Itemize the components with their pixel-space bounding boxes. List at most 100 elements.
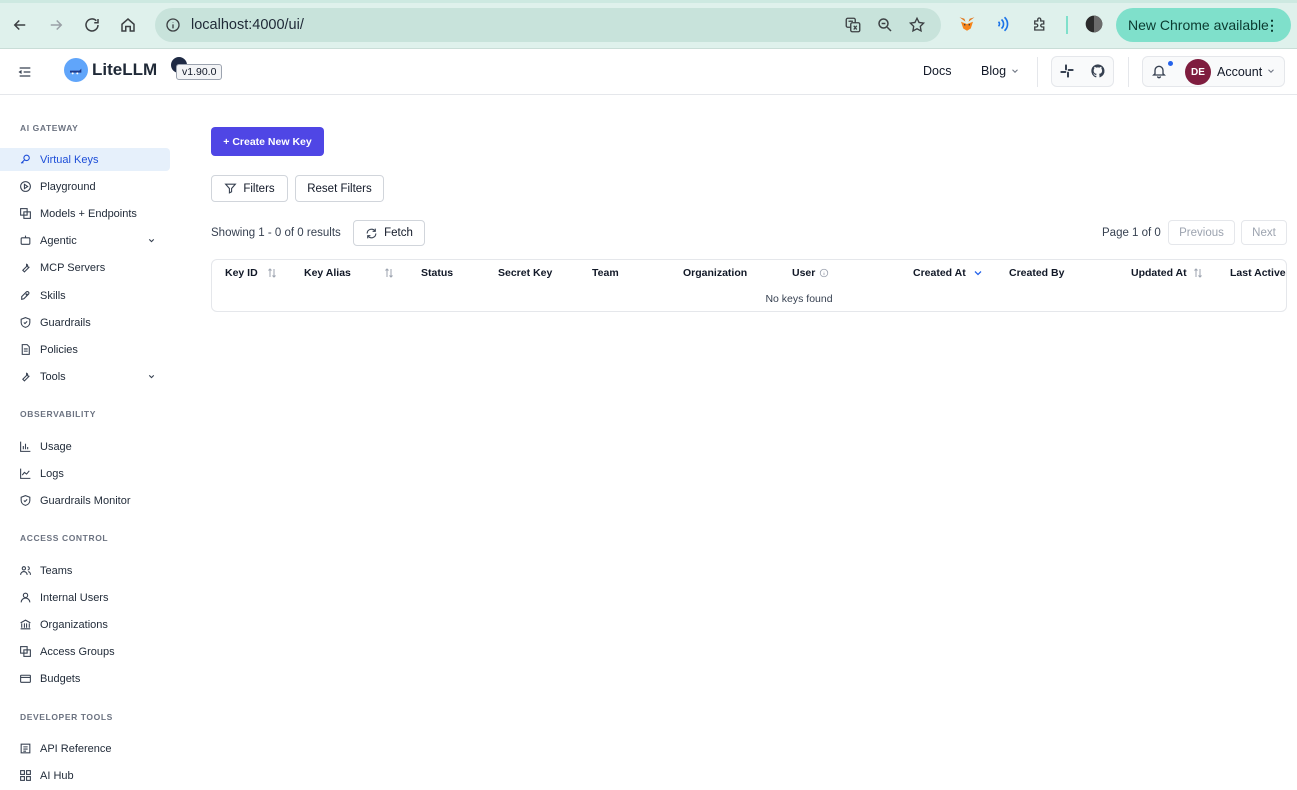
translate-icon[interactable] [844, 16, 862, 34]
sidebar-item-guardrails[interactable]: Guardrails [0, 311, 170, 334]
blog-dropdown[interactable]: Blog [981, 64, 1020, 78]
zoom-icon[interactable] [876, 16, 894, 34]
user-icon [19, 591, 32, 604]
sidebar-item-label: Access Groups [40, 645, 115, 658]
url-text[interactable]: localhost:4000/ui/ [191, 17, 304, 33]
sidebar-item-ai-hub[interactable]: AI Hub [0, 764, 170, 787]
column-header-organization: Organization [683, 267, 747, 279]
sidebar-item-label: Budgets [40, 672, 81, 685]
chevron-down-icon[interactable] [147, 236, 156, 245]
chevron-down-icon[interactable] [147, 372, 156, 381]
sidebar-item-guardrails-monitor[interactable]: Guardrails Monitor [0, 489, 170, 512]
column-header-status: Status [421, 267, 453, 279]
column-header-key-id[interactable]: Key ID [225, 267, 258, 279]
sidebar-item-access-groups[interactable]: Access Groups [0, 640, 170, 663]
more-vertical-icon[interactable]: ⋮ [1265, 17, 1279, 34]
sort-icon[interactable] [266, 267, 278, 279]
column-label: Key Alias [304, 267, 351, 279]
section-developer-tools: DEVELOPER TOOLS [20, 712, 113, 722]
extensions-button[interactable] [1030, 14, 1050, 34]
column-header-updated-at[interactable]: Updated At [1131, 267, 1187, 279]
metamask-extension-icon[interactable] [957, 14, 977, 34]
github-icon[interactable] [1090, 63, 1106, 79]
sidebar-item-playground[interactable]: Playground [0, 175, 170, 198]
filter-icon [224, 183, 237, 194]
sidebar-item-label: Organizations [40, 618, 108, 631]
bookmark-star-icon[interactable] [908, 16, 926, 34]
sidebar-item-virtual-keys[interactable]: Virtual Keys [0, 148, 170, 171]
column-header-team: Team [592, 267, 619, 279]
sort-descending-icon[interactable] [972, 267, 984, 279]
sidebar-item-label: AI Hub [40, 769, 74, 782]
section-access-control: ACCESS CONTROL [20, 533, 109, 543]
profile-button[interactable] [1084, 14, 1104, 34]
sidebar-item-label: Tools [40, 370, 66, 383]
sidebar-item-label: Playground [40, 180, 96, 193]
docs-link[interactable]: Docs [923, 64, 951, 78]
create-new-key-button[interactable]: + Create New Key [211, 127, 324, 156]
sidebar-item-api-reference[interactable]: API Reference [0, 737, 170, 760]
layers-icon [19, 645, 32, 658]
sidebar-item-agentic[interactable]: Agentic [0, 229, 170, 252]
sidebar-item-label: Usage [40, 440, 72, 453]
info-icon[interactable] [819, 268, 829, 278]
back-button[interactable] [8, 13, 32, 37]
sidebar-item-budgets[interactable]: Budgets [0, 667, 170, 690]
chrome-update-button[interactable]: New Chrome available ⋮ [1116, 8, 1291, 42]
sidebar-item-tools[interactable]: Tools [0, 365, 170, 388]
sidebar-item-logs[interactable]: Logs [0, 462, 170, 485]
puzzle-icon [1034, 17, 1045, 31]
fox-icon [959, 17, 975, 31]
column-header-created-by: Created By [1009, 267, 1064, 279]
address-bar[interactable]: localhost:4000/ui/ [155, 8, 941, 42]
filters-button[interactable]: Filters [211, 175, 288, 202]
column-header-key-alias[interactable]: Key Alias [304, 267, 351, 279]
document-icon [19, 343, 32, 356]
forward-button[interactable] [44, 13, 68, 37]
arrow-left-icon [13, 19, 26, 31]
wrench-icon [19, 370, 32, 383]
next-page-button[interactable]: Next [1241, 220, 1287, 245]
sidebar-item-mcp-servers[interactable]: MCP Servers [0, 256, 170, 279]
page-indicator: Page 1 of 0 [1102, 227, 1161, 239]
column-header-created-at[interactable]: Created At [913, 267, 966, 279]
sidebar-item-organizations[interactable]: Organizations [0, 613, 170, 636]
refresh-icon [366, 228, 377, 238]
sidebar-item-policies[interactable]: Policies [0, 338, 170, 361]
avatar[interactable]: DE [1185, 59, 1211, 85]
site-info-icon[interactable] [165, 17, 181, 33]
sidebar-item-label: Logs [40, 467, 64, 480]
section-observability: OBSERVABILITY [20, 409, 96, 419]
reset-filters-button[interactable]: Reset Filters [295, 175, 384, 202]
column-label: Key ID [225, 267, 258, 279]
chevron-down-icon[interactable] [1266, 66, 1276, 76]
column-label: Updated At [1131, 267, 1187, 279]
empty-table-message: No keys found [765, 293, 833, 305]
toolbar-divider [1066, 16, 1068, 34]
sidebar-item-label: Models + Endpoints [40, 207, 137, 220]
previous-page-button[interactable]: Previous [1168, 220, 1235, 245]
column-label: Secret Key [498, 267, 553, 279]
sidebar-item-label: Guardrails [40, 316, 91, 329]
sidebar-item-label: Skills [40, 289, 66, 302]
sidebar-item-skills[interactable]: Skills [0, 284, 170, 307]
bar-chart-icon [19, 440, 32, 453]
sidebar-item-models-endpoints[interactable]: Models + Endpoints [0, 202, 170, 225]
slack-icon[interactable] [1059, 63, 1075, 79]
sidebar-item-teams[interactable]: Teams [0, 559, 170, 582]
sort-icon[interactable] [1192, 267, 1204, 279]
home-button[interactable] [116, 13, 140, 37]
menu-collapse-icon[interactable] [17, 64, 33, 80]
account-menu[interactable]: Account [1217, 65, 1262, 79]
sidebar-item-usage[interactable]: Usage [0, 435, 170, 458]
litellm-logo-icon [64, 58, 88, 82]
wallet-icon [19, 672, 32, 685]
app-logo[interactable]: LiteLLM [64, 58, 157, 82]
bell-icon[interactable] [1151, 63, 1167, 79]
sidebar-item-internal-users[interactable]: Internal Users [0, 586, 170, 609]
chrome-update-label: New Chrome available [1128, 17, 1269, 33]
fetch-button[interactable]: Fetch [353, 220, 425, 246]
sort-icon[interactable] [383, 267, 395, 279]
reload-button[interactable] [80, 13, 104, 37]
wave-extension-icon[interactable] [993, 14, 1013, 34]
